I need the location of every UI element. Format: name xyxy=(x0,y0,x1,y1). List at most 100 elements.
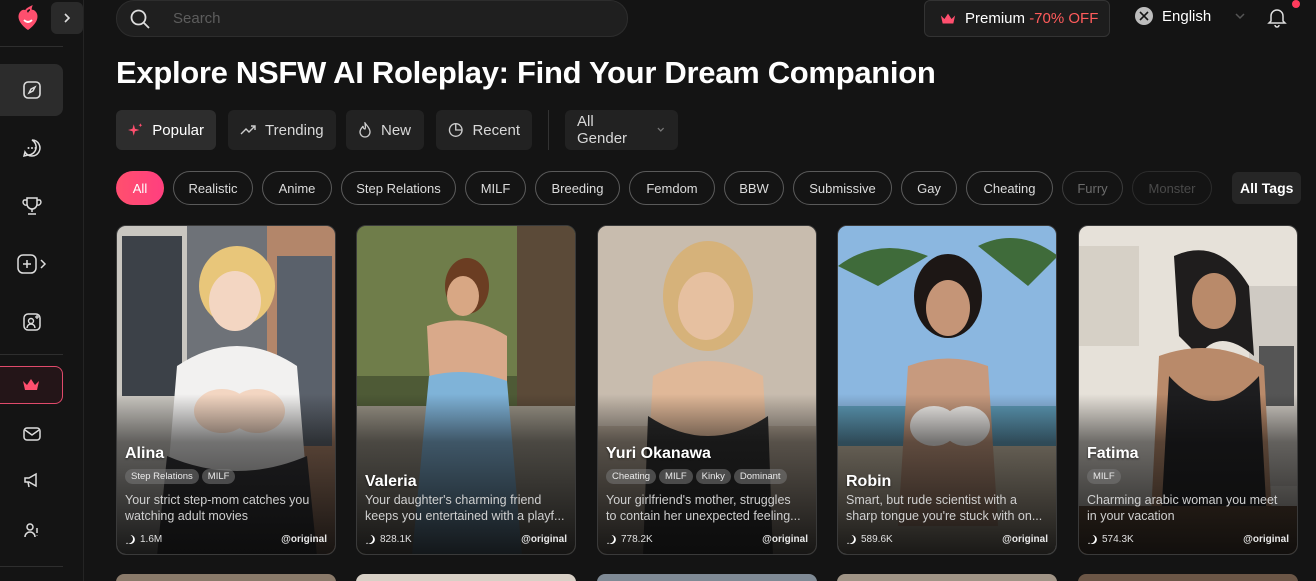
tag-cheating[interactable]: Cheating xyxy=(966,171,1053,205)
all-tags-button[interactable]: All Tags xyxy=(1232,172,1302,204)
premium-label: Premium xyxy=(965,10,1026,27)
tab-new[interactable]: New xyxy=(346,110,424,150)
compass-icon xyxy=(22,81,41,99)
sidebar-item-premium[interactable] xyxy=(0,366,63,404)
language-selector[interactable]: English xyxy=(1134,6,1247,26)
tag-label: Step Relations xyxy=(356,180,441,196)
clock-icon xyxy=(448,123,463,137)
card-tag: Kinky xyxy=(695,469,731,484)
bell-icon xyxy=(1267,9,1287,28)
character-card-next[interactable] xyxy=(1078,574,1298,581)
character-card-next[interactable] xyxy=(837,574,1057,581)
card-description: sharp tongue you're stuck with on... xyxy=(846,509,1043,523)
gender-filter[interactable]: All Gender xyxy=(565,110,678,150)
card-description: Smart, but rude scientist with a xyxy=(846,493,1017,507)
tag-label: BBW xyxy=(739,180,769,196)
sidebar-item-explore[interactable] xyxy=(0,64,63,116)
sidebar-expand-button[interactable] xyxy=(51,2,83,34)
tag-label: All xyxy=(132,180,148,196)
trending-icon xyxy=(240,125,256,135)
card-chat-count: 589.6K xyxy=(846,534,893,545)
character-card-fatima[interactable]: Fatima MILF Charming arabic woman you me… xyxy=(1078,225,1298,555)
tag-gay[interactable]: Gay xyxy=(901,171,957,205)
card-chat-count: 574.3K xyxy=(1087,534,1134,545)
tag-step-relations[interactable]: Step Relations xyxy=(341,171,456,205)
card-name: Yuri Okanawa xyxy=(606,445,711,462)
card-tag: Step Relations xyxy=(125,469,199,484)
card-tags: Cheating MILF Kinky Dominant xyxy=(606,469,787,484)
card-author[interactable]: @original xyxy=(281,534,327,545)
tag-femdom[interactable]: Femdom xyxy=(629,171,715,205)
card-author[interactable]: @original xyxy=(1243,534,1289,545)
sidebar-item-my-characters[interactable] xyxy=(0,296,63,348)
crown-icon xyxy=(23,379,39,390)
card-author[interactable]: @original xyxy=(521,534,567,545)
sidebar-item-chat[interactable] xyxy=(0,122,63,174)
chat-count: 589.6K xyxy=(861,534,893,545)
tag-furry[interactable]: Furry xyxy=(1062,171,1123,205)
card-name: Valeria xyxy=(365,473,417,490)
character-card-next[interactable] xyxy=(116,574,336,581)
card-chat-count: 828.1K xyxy=(365,534,412,545)
tab-label: Recent xyxy=(472,121,520,139)
chat-count: 778.2K xyxy=(621,534,653,545)
card-tag: Cheating xyxy=(606,469,657,484)
tag-label: Realistic xyxy=(188,180,238,196)
logo-icon[interactable] xyxy=(14,5,42,33)
tab-label: Popular xyxy=(152,121,204,139)
sidebar-item-inbox[interactable] xyxy=(0,408,63,460)
sidebar-item-leaderboard[interactable] xyxy=(0,180,63,232)
tag-breeding[interactable]: Breeding xyxy=(535,171,620,205)
tag-label: Cheating xyxy=(983,180,1036,196)
language-label: English xyxy=(1162,7,1212,25)
tag-submissive[interactable]: Submissive xyxy=(793,171,892,205)
chevron-right-icon xyxy=(64,13,71,23)
tab-popular[interactable]: Popular xyxy=(116,110,216,150)
premium-button[interactable]: Premium -70% OFF xyxy=(924,0,1110,37)
card-name: Alina xyxy=(125,445,165,462)
sidebar-item-create[interactable] xyxy=(0,238,63,290)
trophy-icon xyxy=(21,197,42,215)
tag-label: MILF xyxy=(480,180,511,196)
chat-count-icon xyxy=(366,535,375,544)
chat-count: 574.3K xyxy=(1102,534,1134,545)
user-sparkle-icon xyxy=(22,313,41,331)
tag-bbw[interactable]: BBW xyxy=(724,171,784,205)
notification-dot xyxy=(1292,0,1300,8)
tag-all[interactable]: All xyxy=(116,171,164,205)
tab-label: Trending xyxy=(265,121,324,139)
character-card-valeria[interactable]: Valeria Your daughter's charming friend … xyxy=(356,225,576,555)
tab-trending[interactable]: Trending xyxy=(228,110,336,150)
tag-anime[interactable]: Anime xyxy=(262,171,332,205)
card-tag: Dominant xyxy=(733,469,787,484)
character-card-next[interactable] xyxy=(356,574,576,581)
tag-monster[interactable]: Monster xyxy=(1132,171,1212,205)
page-title: Explore NSFW AI Roleplay: Find Your Drea… xyxy=(116,55,936,90)
tag-label: Furry xyxy=(1077,180,1108,196)
tag-label: Anime xyxy=(278,180,316,196)
card-tags: MILF xyxy=(1087,469,1121,484)
card-author[interactable]: @original xyxy=(1002,534,1048,545)
character-card-yuri-okanawa[interactable]: Yuri Okanawa Cheating MILF Kinky Dominan… xyxy=(597,225,817,555)
translate-icon xyxy=(1135,7,1153,25)
card-author[interactable]: @original xyxy=(762,534,808,545)
premium-discount: -70% OFF xyxy=(1029,10,1099,27)
sidebar-item-community[interactable] xyxy=(0,504,63,556)
tag-realistic[interactable]: Realistic xyxy=(173,171,253,205)
sparkles-icon xyxy=(128,123,143,136)
sidebar-item-announcements[interactable] xyxy=(0,454,63,506)
chevron-down-icon xyxy=(657,127,665,132)
flame-icon xyxy=(359,122,371,138)
notifications-button[interactable] xyxy=(1266,6,1288,33)
character-card-next[interactable] xyxy=(597,574,817,581)
users-icon xyxy=(23,523,38,538)
tag-milf[interactable]: MILF xyxy=(465,171,526,205)
card-name: Fatima xyxy=(1087,445,1139,462)
character-card-alina[interactable]: Alina Step Relations MILF Your strict st… xyxy=(116,225,336,555)
search-bar[interactable] xyxy=(116,0,628,37)
gender-filter-label: All Gender xyxy=(577,113,628,147)
chat-count-icon xyxy=(126,535,135,544)
tab-recent[interactable]: Recent xyxy=(436,110,532,150)
search-input[interactable] xyxy=(173,10,573,27)
character-card-robin[interactable]: Robin Smart, but rude scientist with a s… xyxy=(837,225,1057,555)
